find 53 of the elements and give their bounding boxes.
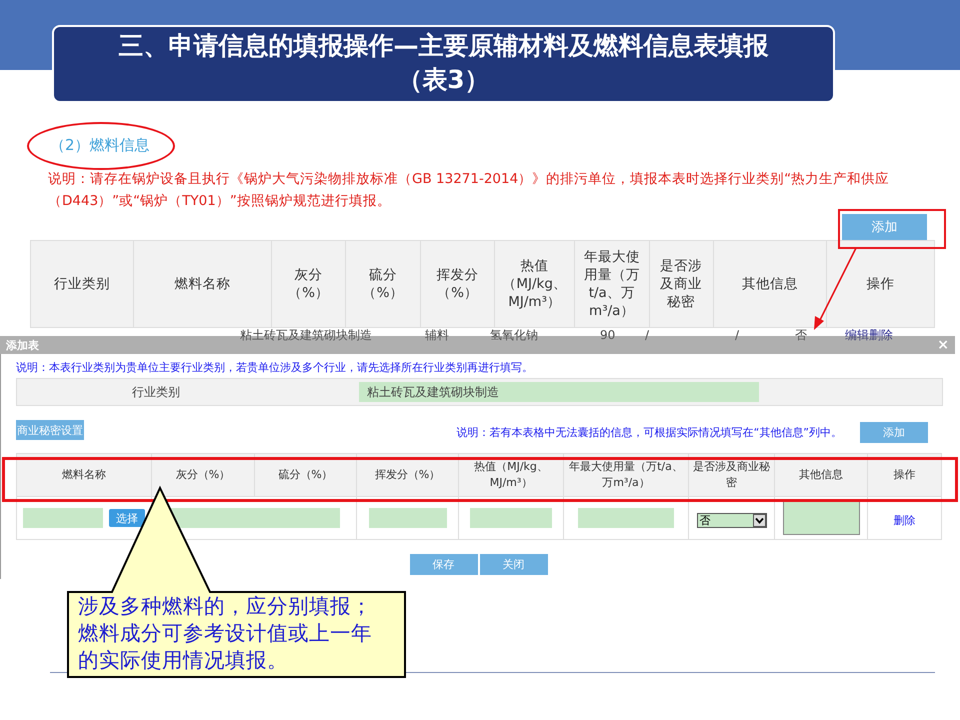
industry-label: 行业类别	[131, 384, 181, 400]
input-field[interactable]	[578, 508, 674, 528]
dialog-button[interactable]: 保存	[410, 554, 478, 575]
column-header: 热值（MJ/kg、MJ/m³）	[494, 240, 574, 328]
column-header: 是否涉及商业秘密	[649, 240, 714, 328]
section-heading: （2）燃料信息	[50, 135, 150, 156]
add-button[interactable]: 添加	[860, 422, 928, 443]
delete-link[interactable]: 删除	[894, 514, 916, 526]
input-field[interactable]	[368, 508, 446, 528]
column-header: 灰分（%）	[152, 454, 254, 496]
table-cell-text: 辅料	[425, 328, 450, 342]
column-header: 挥发分（%）	[420, 240, 495, 328]
column-header: 是否涉及商业秘密	[688, 454, 774, 496]
column-header: 年最大使用量（万t/a、万m³/a）	[564, 454, 688, 496]
column-header: 燃料名称	[134, 240, 272, 328]
close-button[interactable]: ×	[937, 337, 949, 353]
table-cell-text: 氢氧化钠	[490, 328, 539, 342]
dialog-button[interactable]: 关闭	[480, 554, 548, 575]
column-header: 热值（MJ/kg、MJ/m³）	[458, 454, 564, 496]
caret-icon	[752, 514, 766, 526]
column-header: 硫分（%）	[346, 240, 420, 328]
callout-text: 涉及多种燃料的，应分别填报；燃料成分可参考设计值或上一年的实际使用情况填报。	[78, 593, 373, 674]
column-header: 行业类别	[30, 240, 134, 328]
add-button[interactable]: 添加	[842, 214, 927, 240]
column-header: 其他信息	[713, 240, 826, 328]
column-header: 操作	[868, 454, 942, 496]
text-area[interactable]	[782, 501, 860, 535]
column-header: 其他信息	[774, 454, 868, 496]
trade-secret-button[interactable]: 商业秘密设置	[16, 420, 84, 440]
slide-title: 三、申请信息的填报操作—主要原辅材料及燃料信息表填报 （表3）	[52, 25, 835, 103]
other-info-note: 说明：若有本表格中无法囊括的信息，可根据实际情况填写在“其他信息”列中。	[456, 424, 842, 440]
table-cell-text: /	[735, 328, 740, 342]
table-cell-text: /	[645, 328, 650, 342]
table-cell-text: 粘土砖瓦及建筑砌块制造	[240, 328, 373, 342]
column-header: 挥发分（%）	[356, 454, 458, 496]
column-header: 燃料名称	[16, 454, 152, 496]
row-action-link[interactable]: 删除	[869, 328, 893, 342]
column-header: 操作	[826, 240, 934, 328]
row-action-link[interactable]: 编辑	[845, 328, 869, 342]
input-field[interactable]	[168, 508, 340, 528]
column-header: 灰分（%）	[271, 240, 346, 328]
table-cell-text: 90	[600, 328, 616, 342]
column-header: 硫分（%）	[254, 454, 356, 496]
column-header: 年最大使用量（万t/a、万m³/a）	[574, 240, 650, 328]
secret-dropdown[interactable]: 否	[696, 512, 766, 528]
input-field[interactable]	[470, 508, 552, 528]
notice-text: 说明：请存在锅炉设备且执行《锅炉大气污染物排放标准（GB 13271-2014）》的排污单位，填报本表时选择行业类别“热力生产和供应（D443）”或“锅炉（TY01）”按照锅炉规范进行填报。	[48, 170, 890, 211]
industry-field[interactable]: 粘土砖瓦及建筑砌块制造	[359, 382, 759, 402]
table-cell-text: 否	[795, 328, 808, 342]
dialog-note: 说明：本表行业类别为贵单位主要行业类别，若贵单位涉及多个行业，请先选择所在行业类别再进行填写。	[16, 360, 534, 376]
choose-button[interactable]: 选择	[109, 509, 145, 528]
dialog-title: 添加表	[6, 338, 39, 352]
input-field[interactable]	[23, 508, 103, 528]
